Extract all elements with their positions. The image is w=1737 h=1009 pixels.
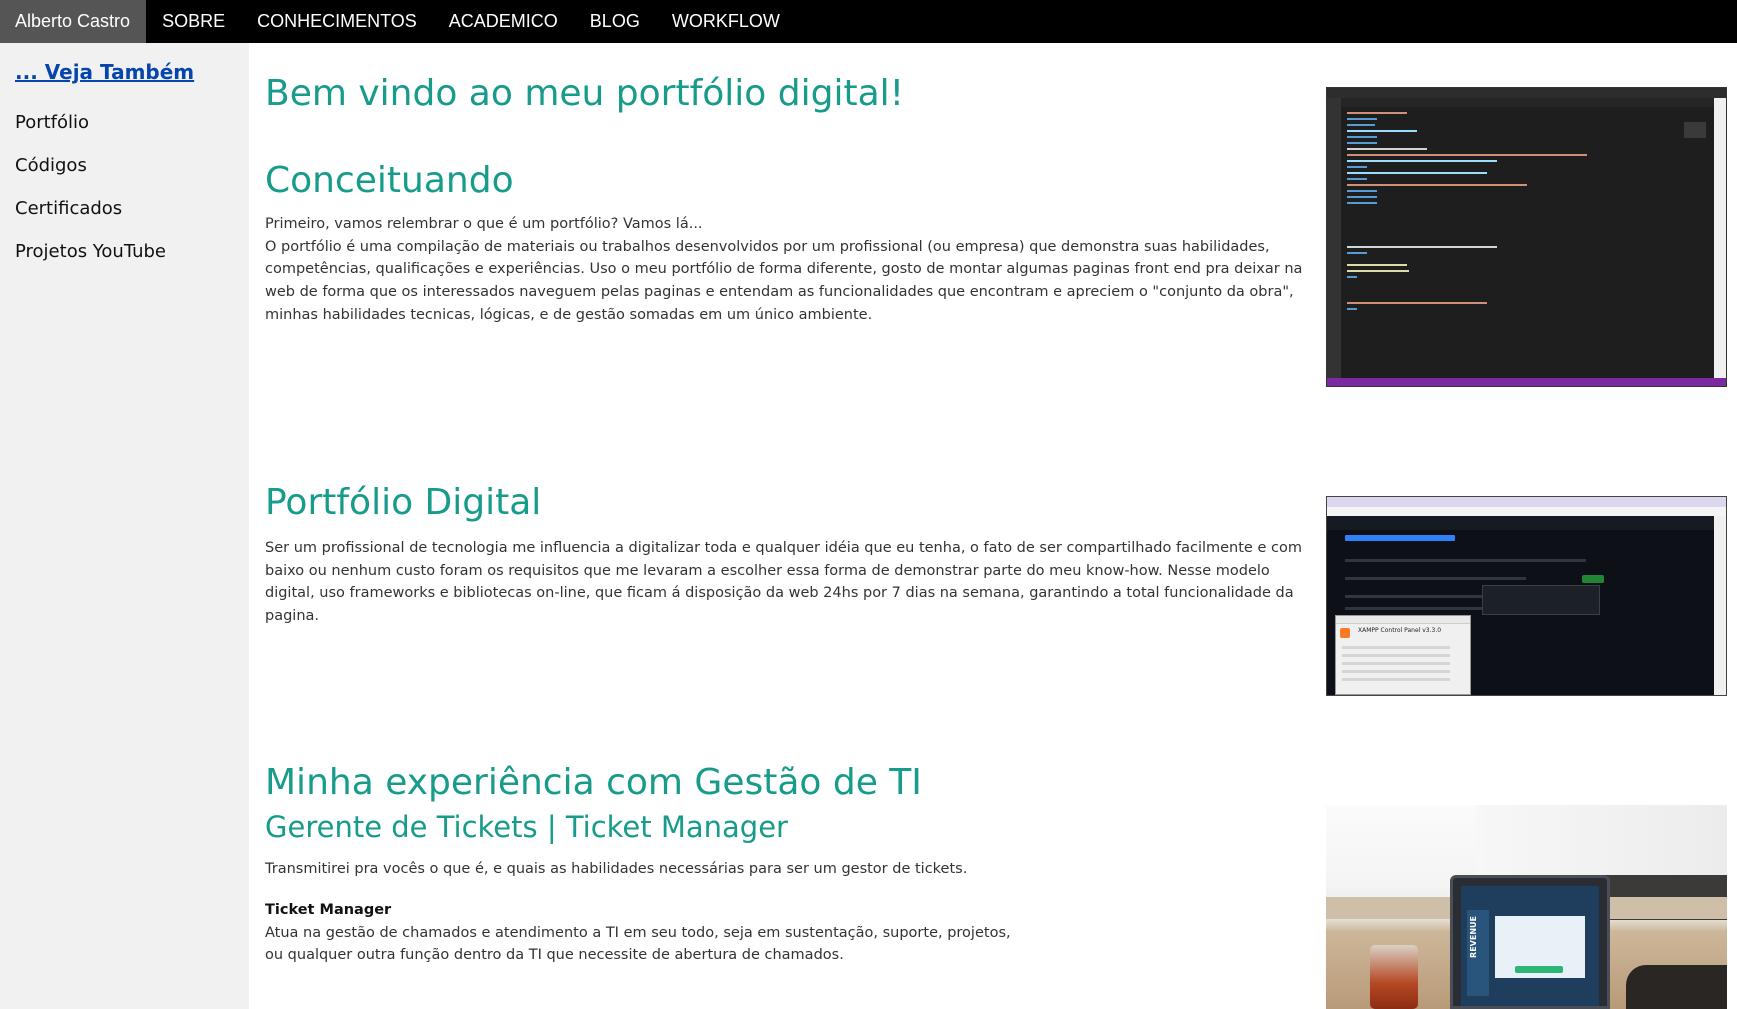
sidebar-item-certificados[interactable]: Certificados: [15, 198, 122, 219]
xampp-logo-icon: [1340, 628, 1350, 638]
github-repo-screenshot: XAMPP Control Panel v3.3.0: [1326, 496, 1727, 696]
nav-item-conhecimentos[interactable]: CONHECIMENTOS: [241, 0, 433, 43]
laptop-photo: REVENUE: [1326, 805, 1727, 1009]
sidebar-item-codigos[interactable]: Códigos: [15, 155, 87, 176]
section-conceituando-text: Primeiro, vamos relembrar o que é um por…: [265, 213, 1310, 327]
nav-item-blog[interactable]: BLOG: [574, 0, 656, 43]
ticket-manager-line-2: ou qualquer outra função dentro da TI qu…: [265, 947, 844, 964]
section-conceituando-title: Conceituando: [265, 160, 514, 201]
ticket-manager-line-1: Atua na gestão de chamados e atendimento…: [265, 924, 1011, 941]
ticket-manager-label: Ticket Manager: [265, 902, 392, 918]
xampp-title: XAMPP Control Panel v3.3.0: [1358, 627, 1442, 634]
section-portfolio-digital-text: Ser um profissional de tecnologia me inf…: [265, 540, 1302, 625]
top-navbar: Alberto Castro SOBRE CONHECIMENTOS ACADE…: [0, 0, 1737, 43]
sidebar: ... Veja Também Portfólio Códigos Certif…: [0, 43, 249, 1009]
code-editor-screenshot: [1326, 87, 1727, 387]
ticket-intro-text: Transmitirei pra vocês o que é, e quais …: [265, 861, 968, 877]
conceituando-line-1: Primeiro, vamos relembrar o que é um por…: [265, 216, 703, 232]
section-portfolio-digital-title: Portfólio Digital: [265, 482, 542, 523]
nav-brand[interactable]: Alberto Castro: [0, 0, 147, 43]
nav-item-academico[interactable]: ACADEMICO: [433, 0, 574, 43]
sidebar-item-projetos-youtube[interactable]: Projetos YouTube: [15, 241, 166, 262]
sidebar-title-link[interactable]: ... Veja Também: [15, 60, 194, 84]
main-content: Bem vindo ao meu portfólio digital! Conc…: [249, 43, 1737, 1009]
laptop-screen-word: REVENUE: [1469, 916, 1478, 958]
section-gestao-ti-title: Minha experiência com Gestão de TI: [265, 762, 922, 803]
conceituando-line-2: O portfólio é uma compilação de materiai…: [265, 238, 1303, 323]
welcome-heading: Bem vindo ao meu portfólio digital!: [265, 73, 905, 114]
nav-item-workflow[interactable]: WORKFLOW: [656, 0, 796, 43]
nav-item-sobre[interactable]: SOBRE: [146, 0, 241, 43]
xampp-control-panel-window: XAMPP Control Panel v3.3.0: [1335, 615, 1471, 695]
sidebar-item-portfolio[interactable]: Portfólio: [15, 112, 89, 133]
ticket-manager-block: Ticket Manager Atua na gestão de chamado…: [265, 899, 1310, 967]
section-gestao-ti-subtitle: Gerente de Tickets | Ticket Manager: [265, 810, 788, 844]
